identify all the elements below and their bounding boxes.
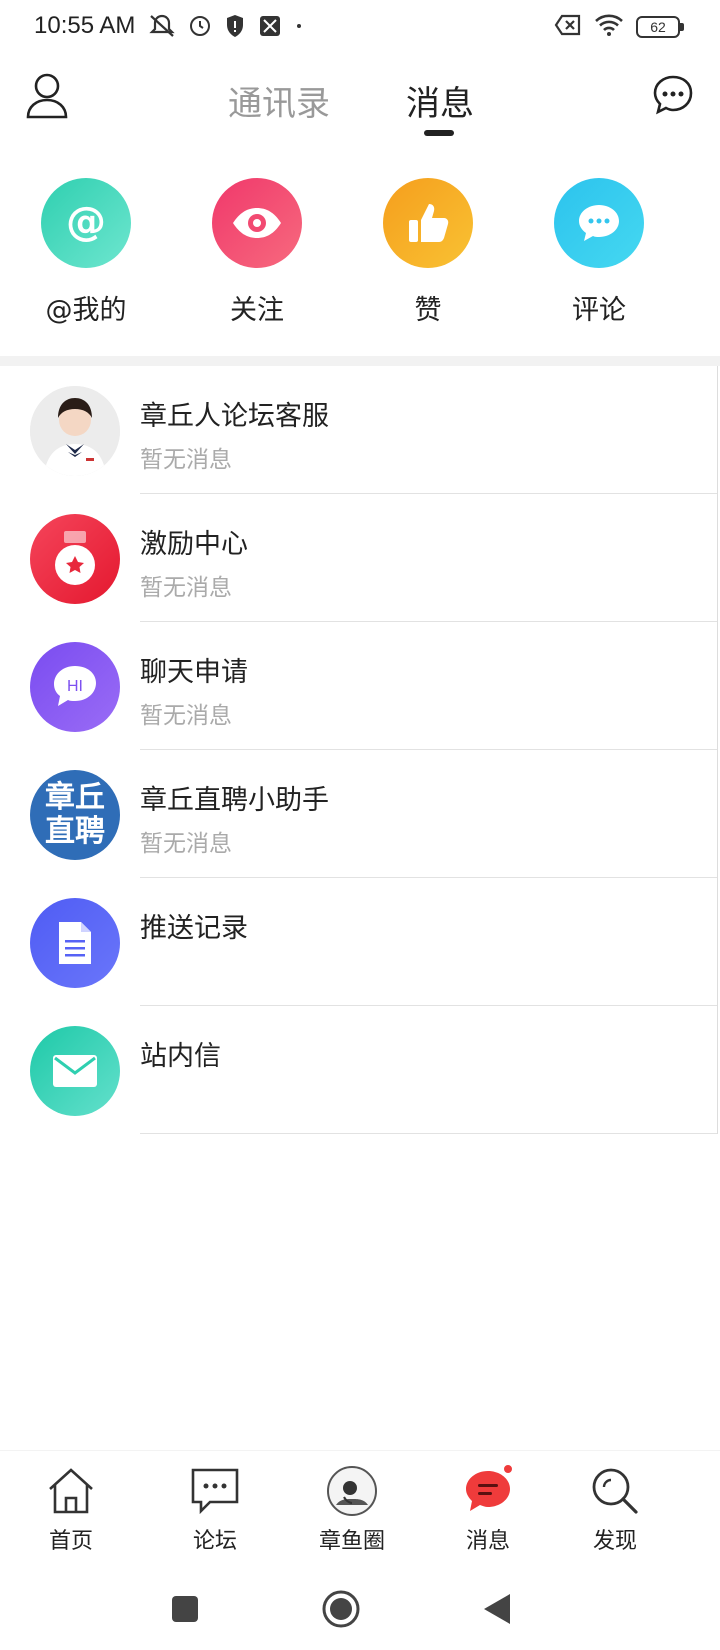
square-icon xyxy=(172,1596,198,1622)
back-button[interactable] xyxy=(472,1584,522,1634)
message-subtitle: 暂无消息 xyxy=(140,575,232,601)
unread-badge xyxy=(502,1463,514,1475)
forum-icon xyxy=(187,1463,243,1519)
message-title: 章丘人论坛客服 xyxy=(140,401,329,432)
alarm-icon xyxy=(188,14,212,42)
quick-action-label: 评论 xyxy=(572,295,626,326)
nav-label: 章鱼圈 xyxy=(318,1529,385,1554)
dot-icon xyxy=(294,14,304,42)
quick-action-follow[interactable]: 关注 xyxy=(187,178,327,327)
sim-icon xyxy=(258,14,282,42)
eye-icon xyxy=(212,178,302,268)
status-icons-left xyxy=(148,13,304,43)
message-title: 站内信 xyxy=(140,1041,221,1072)
profile-button[interactable] xyxy=(26,72,68,120)
nav-item-octopus-circle[interactable]: 章鱼圈 xyxy=(297,1463,407,1555)
message-row-recruit-assistant[interactable]: 章丘直聘 章丘直聘小助手 暂无消息 xyxy=(0,750,717,878)
svg-text:@: @ xyxy=(66,199,106,245)
customer-service-avatar xyxy=(30,386,120,476)
section-divider xyxy=(0,356,720,366)
home-icon xyxy=(43,1463,99,1519)
shield-icon xyxy=(224,13,246,43)
quick-action-comments[interactable]: 评论 xyxy=(529,178,669,327)
svg-text:HI: HI xyxy=(67,678,83,695)
home-button[interactable] xyxy=(316,1584,366,1634)
envelope-icon xyxy=(30,1026,120,1116)
hi-chat-icon: HI xyxy=(30,642,120,732)
profile-icon xyxy=(26,73,68,119)
active-tab-indicator xyxy=(424,130,454,136)
triangle-back-icon xyxy=(484,1594,510,1624)
message-row-customer-service[interactable]: 章丘人论坛客服 暂无消息 xyxy=(0,366,717,494)
message-row-chat-requests[interactable]: HI 聊天申请 暂无消息 xyxy=(0,622,717,750)
quick-actions: @ @我的 关注 赞 评论 xyxy=(0,178,720,328)
message-title: 章丘直聘小助手 xyxy=(140,785,329,816)
message-title: 激励中心 xyxy=(140,529,248,560)
tab-contacts[interactable]: 通讯录 xyxy=(228,76,330,125)
tab-messages[interactable]: 消息 xyxy=(406,76,474,125)
thumbs-up-icon xyxy=(383,178,473,268)
recent-apps-button[interactable] xyxy=(160,1584,210,1634)
message-title: 推送记录 xyxy=(140,913,248,944)
quick-action-mentions[interactable]: @ @我的 xyxy=(16,178,156,327)
octopus-circle-icon xyxy=(324,1463,380,1519)
no-sim-icon xyxy=(554,13,582,41)
recruit-logo-text: 章丘直聘 xyxy=(45,780,105,849)
quick-action-likes[interactable]: 赞 xyxy=(358,178,498,327)
circle-icon xyxy=(322,1590,360,1628)
medal-icon xyxy=(30,514,120,604)
chat-bubble-icon xyxy=(653,75,693,115)
status-icons-right: 62 xyxy=(554,13,684,41)
message-subtitle: 暂无消息 xyxy=(140,703,232,729)
row-separator xyxy=(140,1133,717,1134)
nav-item-forum[interactable]: 论坛 xyxy=(160,1463,270,1555)
message-list: 章丘人论坛客服 暂无消息 激励中心 暂无消息 HI 聊天申请 暂无消息 章丘直聘… xyxy=(0,366,718,1134)
message-icon xyxy=(460,1463,516,1519)
status-time: 10:55 AM xyxy=(34,12,136,39)
battery-icon: 62 xyxy=(636,16,684,38)
start-chat-button[interactable] xyxy=(652,74,694,116)
message-row-inbox[interactable]: 站内信 xyxy=(0,1006,717,1134)
bottom-nav: 首页 论坛 章鱼圈 消息 发现 xyxy=(0,1450,720,1570)
document-icon xyxy=(30,898,120,988)
nav-item-home[interactable]: 首页 xyxy=(16,1463,126,1555)
nav-label: 消息 xyxy=(465,1529,510,1554)
message-subtitle: 暂无消息 xyxy=(140,447,232,473)
message-row-push-records[interactable]: 推送记录 xyxy=(0,878,717,1006)
status-bar: 10:55 AM 62 xyxy=(0,0,720,54)
message-row-incentive-center[interactable]: 激励中心 暂无消息 xyxy=(0,494,717,622)
mute-icon xyxy=(148,13,176,43)
comment-icon xyxy=(554,178,644,268)
messages-screen: 10:55 AM 62 通讯录 消息 @ @我的 关注 赞 评论 章丘人论坛客服… xyxy=(0,0,720,1650)
message-title: 聊天申请 xyxy=(140,657,248,688)
nav-item-discover[interactable]: 发现 xyxy=(560,1463,670,1555)
nav-item-messages[interactable]: 消息 xyxy=(433,1463,543,1555)
quick-action-label: 关注 xyxy=(230,295,284,326)
nav-label: 首页 xyxy=(48,1529,93,1554)
quick-action-label: @我的 xyxy=(45,295,127,326)
quick-action-label: 赞 xyxy=(414,295,442,326)
nav-label: 发现 xyxy=(592,1529,637,1554)
message-subtitle: 暂无消息 xyxy=(140,831,232,857)
at-icon: @ xyxy=(41,178,131,268)
discover-icon xyxy=(587,1463,643,1519)
wifi-icon xyxy=(594,13,624,41)
nav-label: 论坛 xyxy=(192,1529,237,1554)
top-header: 通讯录 消息 xyxy=(0,58,720,148)
system-nav-bar xyxy=(0,1570,720,1650)
recruit-logo: 章丘直聘 xyxy=(30,770,120,860)
